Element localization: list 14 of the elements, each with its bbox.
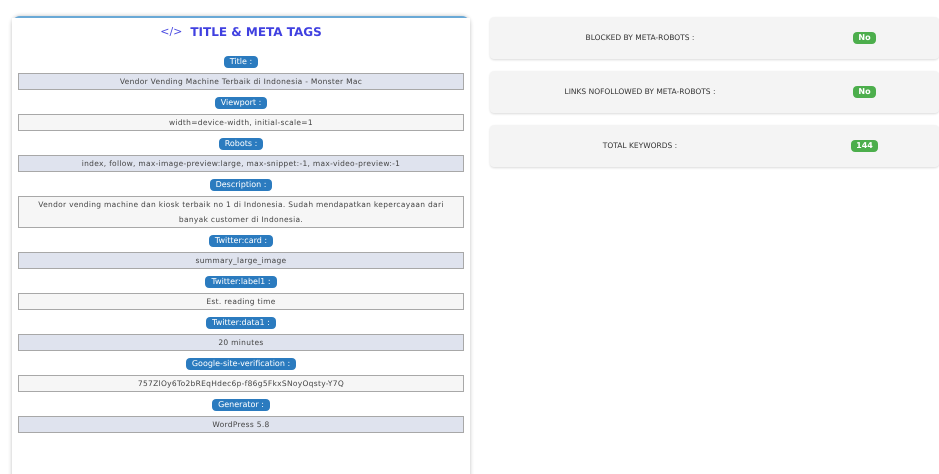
tag-label: Robots : — [218, 138, 264, 150]
tag-label: Twitter:data1 : — [206, 317, 276, 329]
result-badge: No — [853, 32, 876, 44]
tag-label: Generator : — [212, 399, 270, 411]
tag-label: Google-site-verification : — [186, 358, 296, 370]
tag-label: Description : — [210, 179, 272, 191]
tag-label: Twitter:card : — [208, 235, 274, 247]
tag-label: Viewport : — [214, 97, 268, 109]
code-icon: </> — [160, 24, 182, 40]
result-badge: No — [853, 86, 876, 98]
card-title: TITLE & META TAGS — [190, 24, 322, 41]
tag-label: Twitter:label1 : — [205, 276, 277, 288]
tag-label: Title : — [224, 56, 258, 68]
result-badge: 144 — [851, 140, 878, 152]
